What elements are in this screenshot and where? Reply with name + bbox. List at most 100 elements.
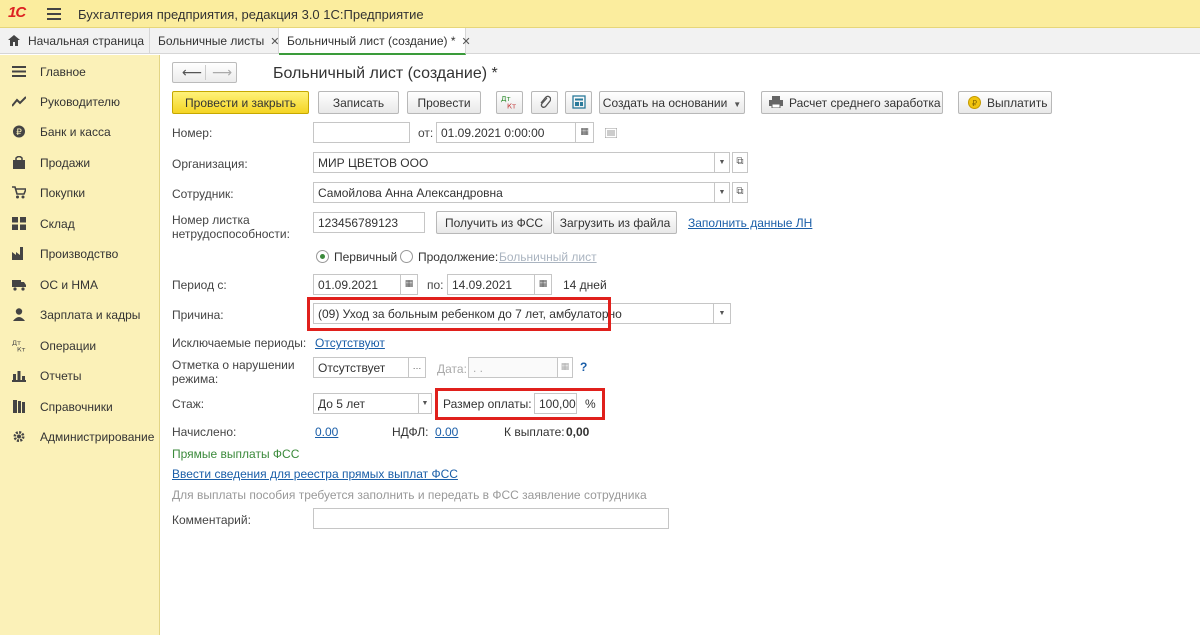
load-from-file-button[interactable]: Загрузить из файла	[553, 211, 677, 234]
sidebar-item-admin[interactable]: Администрирование	[0, 421, 160, 451]
continuation-radio-label: Продолжение:	[418, 250, 499, 264]
sidebar-item-main[interactable]: Главное	[0, 56, 160, 86]
hamburger-menu-icon[interactable]	[47, 8, 61, 20]
open-icon[interactable]: ⧉	[732, 152, 748, 173]
paperclip-icon	[539, 95, 551, 108]
forward-arrow-icon[interactable]: ⟶	[212, 64, 232, 81]
dropdown-arrow-icon[interactable]: ▼	[714, 182, 730, 203]
period-to-field[interactable]: 14.09.2021	[447, 274, 535, 295]
ellipsis-icon[interactable]: …	[408, 357, 426, 378]
date-from-label: от:	[418, 126, 434, 140]
dropdown-arrow-icon[interactable]: ▼	[418, 393, 432, 414]
sidebar-item-purchases[interactable]: Покупки	[0, 177, 160, 207]
back-arrow-icon[interactable]: ⟵	[182, 64, 202, 81]
dt-kt-button[interactable]: Дт Кт	[496, 91, 523, 114]
dropdown-arrow-icon[interactable]: ▼	[714, 152, 730, 173]
days-count: 14 дней	[563, 278, 607, 292]
post-button[interactable]: Провести	[407, 91, 481, 114]
violation-date-field[interactable]: . .	[468, 357, 558, 378]
cart-icon	[12, 186, 26, 199]
report-structure-button[interactable]	[565, 91, 592, 114]
sheet-number-field[interactable]: 123456789123	[313, 212, 425, 233]
sidebar-item-label: Продажи	[40, 156, 91, 170]
fill-ln-data-link[interactable]: Заполнить данные ЛН	[688, 216, 812, 230]
create-based-on-button[interactable]: Создать на основании ▼	[599, 91, 745, 114]
sidebar-item-directories[interactable]: Справочники	[0, 391, 160, 421]
employee-field[interactable]: Самойлова Анна Александровна	[313, 182, 715, 203]
continuation-radio[interactable]	[400, 250, 413, 263]
sidebar-item-label: Покупки	[40, 186, 86, 200]
save-button[interactable]: Записать	[318, 91, 399, 114]
calendar-icon[interactable]: ▦	[575, 122, 594, 143]
grid-icon	[12, 217, 26, 230]
divider	[205, 65, 206, 80]
accrued-value[interactable]: 0.00	[315, 425, 338, 439]
sheet-number-label: Номер листка нетрудоспособности:	[172, 213, 290, 241]
comment-field[interactable]	[313, 508, 669, 529]
dropdown-arrow-icon[interactable]: ▼	[713, 303, 731, 324]
primary-radio[interactable]	[316, 250, 329, 263]
direct-payments-heading: Прямые выплаты ФСС	[172, 447, 300, 461]
number-field[interactable]	[313, 122, 410, 143]
trend-icon	[12, 96, 26, 107]
svg-text:Кт: Кт	[17, 346, 26, 353]
truck-icon	[12, 280, 26, 291]
tab-sick-lists[interactable]: Больничные листы ✕	[150, 28, 279, 54]
bar-chart-icon	[12, 371, 26, 382]
help-icon[interactable]: ?	[580, 360, 587, 374]
sidebar-item-reports[interactable]: Отчеты	[0, 360, 160, 390]
history-nav: ⟵ ⟶	[172, 62, 237, 83]
sidebar-item-label: Главное	[40, 65, 86, 79]
excluded-periods-link[interactable]: Отсутствуют	[315, 336, 385, 350]
ndfl-value[interactable]: 0.00	[435, 425, 458, 439]
list-icon[interactable]	[604, 127, 618, 139]
calendar-icon[interactable]: ▦	[557, 357, 573, 378]
dt-kt-icon: ДтКт	[501, 95, 516, 111]
structure-icon	[571, 95, 586, 109]
bag-icon	[13, 156, 25, 169]
period-from-field[interactable]: 01.09.2021	[313, 274, 401, 295]
pay-button[interactable]: ₽ Выплатить	[958, 91, 1052, 114]
post-and-close-button[interactable]: Провести и закрыть	[172, 91, 309, 114]
tab-bar: Начальная страница Больничные листы ✕ Бол…	[0, 28, 1200, 55]
violation-field[interactable]: Отсутствует	[313, 357, 409, 378]
sidebar-item-salary[interactable]: Зарплата и кадры	[0, 299, 160, 329]
person-icon	[13, 308, 25, 321]
open-icon[interactable]: ⧉	[732, 182, 748, 203]
sidebar-item-bank[interactable]: ₽ Банк и касса	[0, 116, 160, 146]
sidebar-item-operations[interactable]: Дт Кт Операции	[0, 330, 160, 360]
sidebar-item-warehouse[interactable]: Склад	[0, 208, 160, 238]
sidebar-item-sales[interactable]: Продажи	[0, 147, 160, 177]
number-label: Номер:	[172, 126, 213, 140]
violation-label: Отметка о нарушении режима:	[172, 358, 295, 386]
gear-icon	[13, 431, 25, 442]
sidebar-item-assets[interactable]: ОС и НМА	[0, 269, 160, 299]
sidebar-item-label: Руководителю	[40, 95, 121, 109]
close-icon[interactable]: ✕	[462, 36, 471, 48]
tab-sick-lists-label: Больничные листы	[158, 34, 265, 48]
sidebar-item-production[interactable]: Производство	[0, 238, 160, 268]
create-based-on-label: Создать на основании	[602, 96, 728, 110]
previous-sick-list-link[interactable]: Больничный лист	[499, 250, 597, 264]
get-from-fss-button[interactable]: Получить из ФСС	[436, 211, 552, 234]
sidebar-item-manager[interactable]: Руководителю	[0, 86, 160, 116]
date-field[interactable]: 01.09.2021 0:00:00	[436, 122, 576, 143]
attach-button[interactable]	[531, 91, 558, 114]
sidebar-item-label: Справочники	[40, 400, 113, 414]
sidebar: Главное Руководителю ₽ Банк и касса Прод…	[0, 55, 160, 635]
app-logo: 1С	[8, 4, 26, 21]
sidebar-item-label: Склад	[40, 217, 75, 231]
period-to-label: по:	[427, 278, 444, 292]
pay-label: Выплатить	[987, 96, 1048, 110]
tab-sick-list-create[interactable]: Больничный лист (создание) * ✕	[279, 28, 471, 55]
avg-earnings-button[interactable]: Расчет среднего заработка	[761, 91, 943, 114]
direct-registry-link[interactable]: Ввести сведения для реестра прямых выпла…	[172, 467, 458, 481]
calendar-icon[interactable]: ▦	[400, 274, 418, 295]
calendar-icon[interactable]: ▦	[534, 274, 552, 295]
tab-home[interactable]: Начальная страница	[0, 28, 150, 54]
sidebar-item-label: Отчеты	[40, 369, 82, 383]
org-field[interactable]: МИР ЦВЕТОВ ООО	[313, 152, 715, 173]
svg-text:₽: ₽	[16, 128, 22, 138]
violation-date-label: Дата:	[437, 362, 467, 376]
experience-field[interactable]: До 5 лет	[313, 393, 419, 414]
